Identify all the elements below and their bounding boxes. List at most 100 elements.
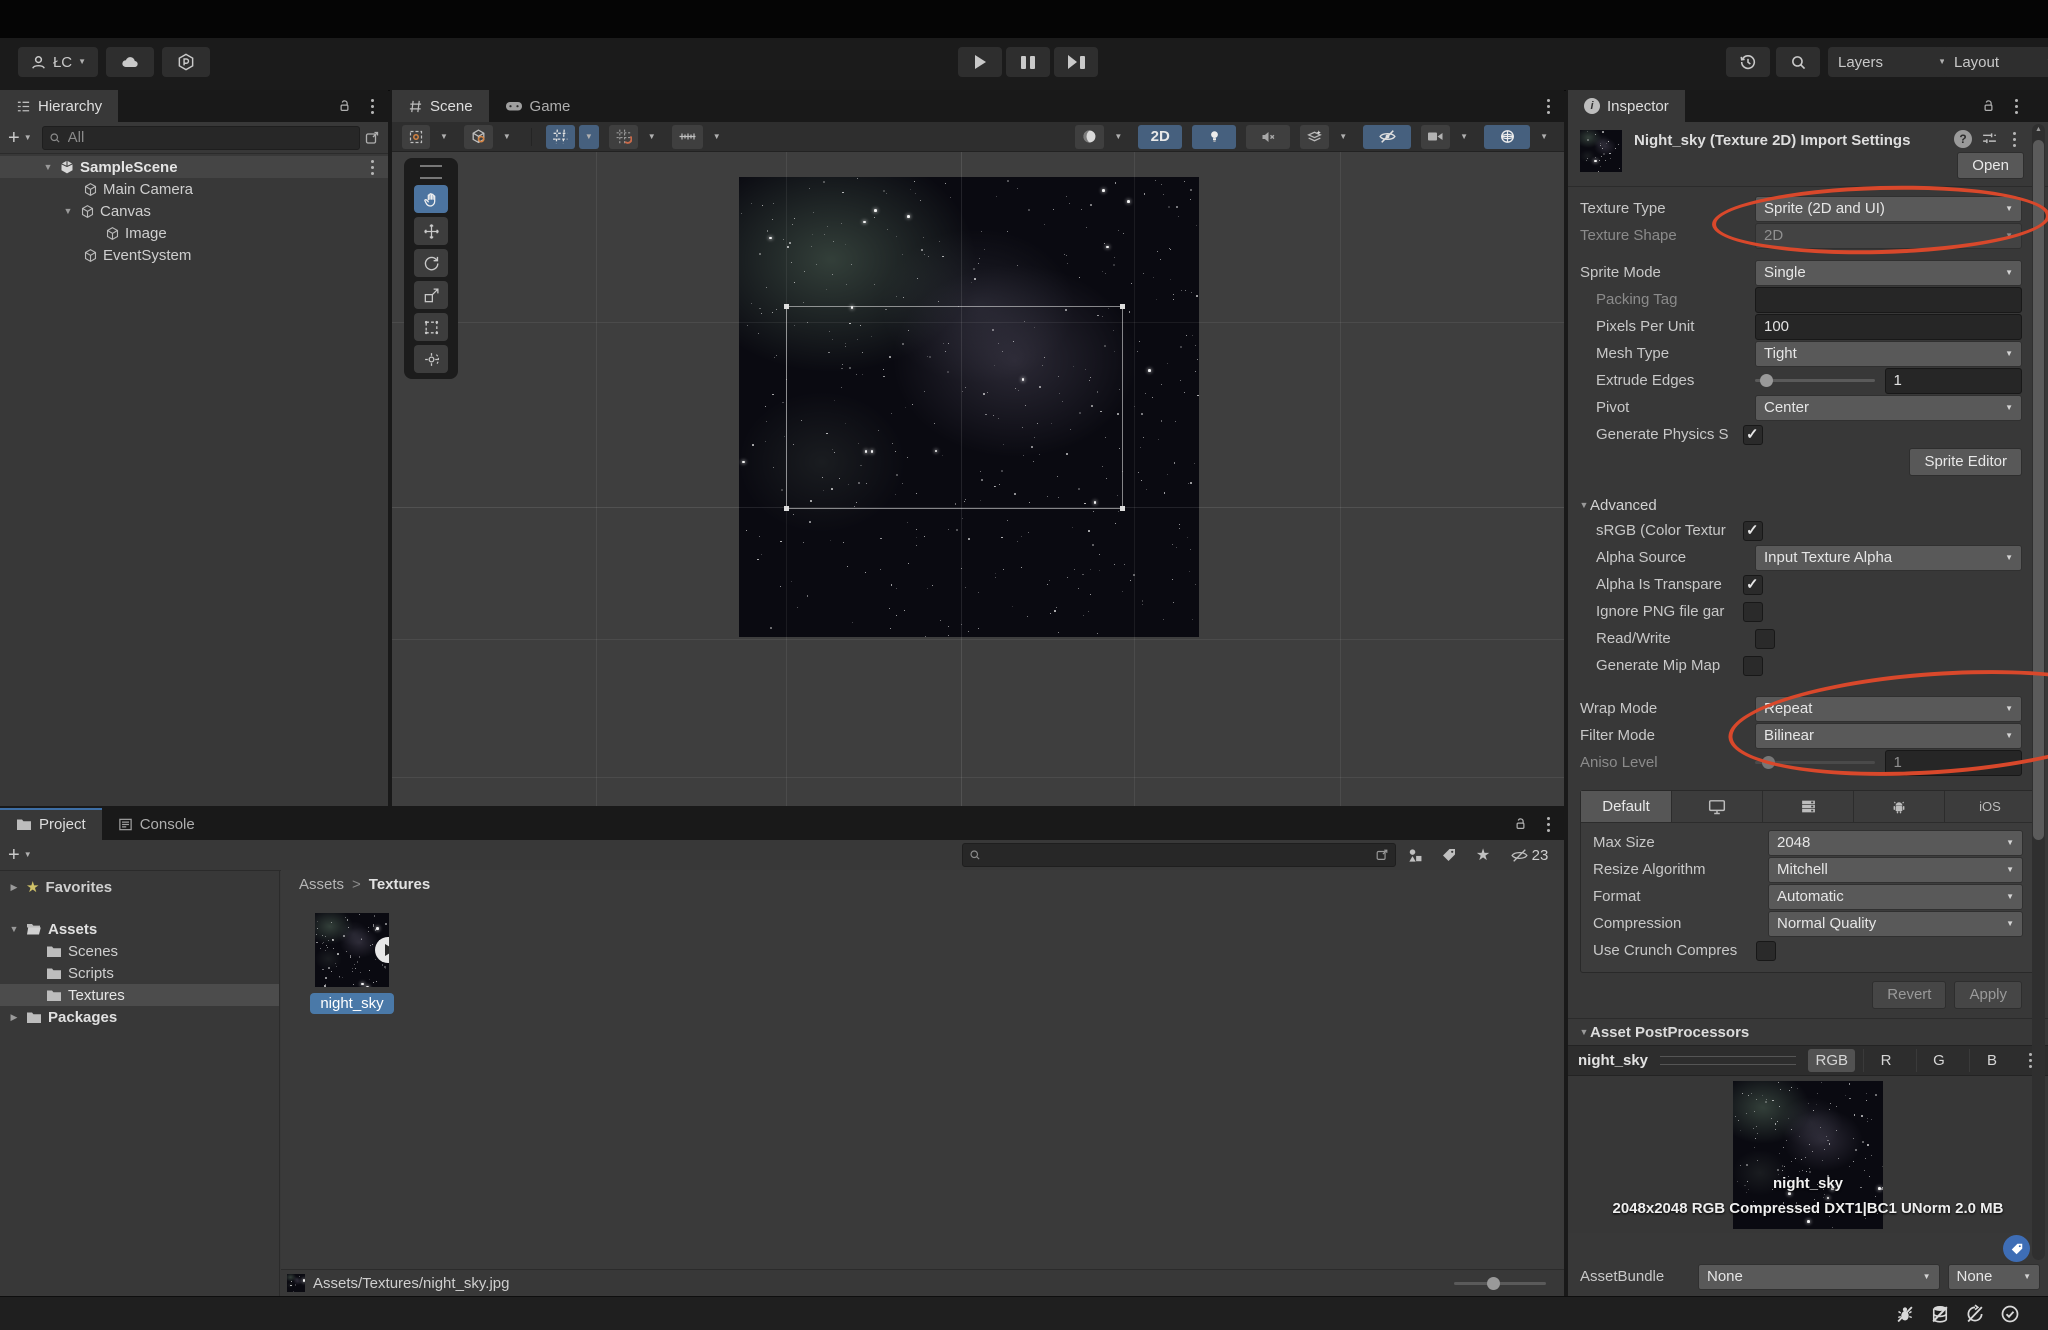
project-menu-icon[interactable] <box>1540 816 1556 832</box>
gizmos-caret[interactable]: ▼ <box>1534 125 1554 149</box>
channel-rgb-button[interactable]: RGB <box>1808 1049 1855 1072</box>
resize-algorithm-dropdown[interactable]: Mitchell▼ <box>1768 857 2023 883</box>
rect-tool-button[interactable] <box>414 313 448 341</box>
shading-mode-caret[interactable]: ▼ <box>1108 125 1128 149</box>
pivot-dropdown[interactable]: Center▼ <box>1755 395 2022 421</box>
hierarchy-search-field[interactable] <box>42 126 360 150</box>
assetbundle-variant-dropdown[interactable]: None▼ <box>1948 1264 2041 1290</box>
hand-tool-button[interactable] <box>414 185 448 213</box>
tab-game[interactable]: Game <box>489 90 587 122</box>
use-crunch-checkbox[interactable] <box>1756 941 1776 961</box>
2d-toggle[interactable]: 2D <box>1138 125 1182 149</box>
project-tree-favorites[interactable]: ▶ ★ Favorites <box>0 876 279 898</box>
extrude-edges-slider[interactable] <box>1755 369 1875 393</box>
rect-transform-gizmo[interactable] <box>786 306 1123 509</box>
compression-dropdown[interactable]: Normal Quality▼ <box>1768 911 2023 937</box>
platform-tab-android[interactable] <box>1854 791 1945 822</box>
project-tree-scripts[interactable]: Scripts <box>0 962 279 984</box>
open-new-window-icon[interactable] <box>1375 848 1389 862</box>
palette-drag-handle[interactable] <box>420 165 442 179</box>
lock-icon[interactable] <box>337 99 352 114</box>
hierarchy-menu-icon[interactable] <box>364 98 380 114</box>
packing-tag-field[interactable] <box>1755 287 2022 313</box>
revert-button[interactable]: Revert <box>1872 981 1946 1009</box>
hierarchy-item-image[interactable]: Image <box>0 222 388 244</box>
advanced-foldout[interactable]: ▼ Advanced <box>1568 493 2048 517</box>
scene-audio-toggle[interactable] <box>1246 125 1290 149</box>
alpha-is-transparency-checkbox[interactable] <box>1743 575 1763 595</box>
favorites-filter-icon[interactable]: ★ <box>1468 845 1498 865</box>
step-button[interactable] <box>1054 47 1098 77</box>
scene-camera-caret[interactable]: ▼ <box>1454 125 1474 149</box>
disclosure-open-icon[interactable]: ▼ <box>42 162 54 172</box>
effects-caret[interactable]: ▼ <box>1333 125 1353 149</box>
asset-label[interactable]: night_sky <box>310 993 394 1014</box>
thumbnail-size-slider[interactable] <box>1454 1271 1546 1295</box>
read-write-checkbox[interactable] <box>1755 629 1775 649</box>
header-menu-icon[interactable] <box>2006 131 2022 147</box>
tab-console[interactable]: Console <box>102 808 211 840</box>
play-preview-icon[interactable] <box>375 937 389 963</box>
srgb-checkbox[interactable] <box>1743 521 1763 541</box>
tab-hierarchy[interactable]: Hierarchy <box>0 90 118 122</box>
channel-b-button[interactable]: B <box>1969 1049 2014 1072</box>
presets-icon[interactable] <box>1981 130 1998 147</box>
platform-tab-default[interactable]: Default <box>1581 791 1672 822</box>
format-dropdown[interactable]: Automatic▼ <box>1768 884 2023 910</box>
inspector-menu-icon[interactable] <box>2008 98 2024 114</box>
lock-icon[interactable] <box>1513 817 1528 832</box>
progress-ok-icon[interactable] <box>1995 1301 2025 1327</box>
generate-physics-checkbox[interactable] <box>1743 425 1763 445</box>
tab-scene[interactable]: Scene <box>392 90 489 122</box>
grid-snap-caret[interactable]: ▼ <box>642 125 662 149</box>
version-control-button[interactable] <box>162 47 210 77</box>
project-search-field[interactable] <box>962 843 1396 867</box>
channel-g-button[interactable]: G <box>1916 1049 1961 1072</box>
channel-r-button[interactable]: R <box>1863 1049 1908 1072</box>
create-button[interactable]: + <box>8 128 20 148</box>
alpha-source-dropdown[interactable]: Input Texture Alpha▼ <box>1755 545 2022 571</box>
wrap-mode-dropdown[interactable]: Repeat▼ <box>1755 696 2022 722</box>
transform-tool-button[interactable] <box>414 345 448 373</box>
scale-tool-button[interactable] <box>414 281 448 309</box>
max-size-dropdown[interactable]: 2048▼ <box>1768 830 2023 856</box>
disclosure-open-icon[interactable]: ▼ <box>62 206 74 216</box>
project-tree-assets[interactable]: ▼ Assets <box>0 918 279 940</box>
cache-server-disconnected-icon[interactable] <box>1925 1301 1955 1327</box>
hierarchy-item-samplescene[interactable]: ▼ SampleScene <box>0 156 388 178</box>
search-by-label-icon[interactable] <box>1434 847 1464 863</box>
grid-axis-caret[interactable]: ▼ <box>579 125 599 149</box>
tool-handle-position-caret[interactable]: ▼ <box>434 125 454 149</box>
play-button[interactable] <box>958 47 1002 77</box>
asset-labels-icon[interactable] <box>2003 1235 2030 1262</box>
shading-mode-button[interactable] <box>1075 125 1104 149</box>
extrude-edges-value[interactable]: 1 <box>1885 368 2023 394</box>
project-tree-packages[interactable]: ▶ Packages <box>0 1006 279 1028</box>
assetbundle-dropdown[interactable]: None▼ <box>1698 1264 1940 1290</box>
hierarchy-item-canvas[interactable]: ▼ Canvas <box>0 200 388 222</box>
scrollbar-up-icon[interactable]: ▲ <box>2032 126 2045 133</box>
tool-handle-rotation-button[interactable] <box>464 125 493 149</box>
scrollbar-thumb[interactable] <box>2033 140 2044 840</box>
account-button[interactable]: ŁC ▼ <box>18 47 98 77</box>
inspector-scrollbar[interactable]: ▲ <box>2032 124 2045 1260</box>
grid-snap-button[interactable] <box>609 125 638 149</box>
project-tree-scenes[interactable]: Scenes <box>0 940 279 962</box>
undo-history-button[interactable] <box>1726 47 1770 77</box>
sprite-mode-dropdown[interactable]: Single▼ <box>1755 260 2022 286</box>
disclosure-closed-icon[interactable]: ▶ <box>8 1012 20 1023</box>
preview-drag-handle[interactable] <box>1660 1056 1796 1065</box>
platform-tab-ios[interactable]: iOS <box>1945 791 2035 822</box>
help-icon[interactable]: ? <box>1954 130 1972 148</box>
hidden-packages-toggle[interactable]: 23 <box>1502 847 1556 864</box>
snap-increment-button[interactable] <box>672 125 703 149</box>
global-search-button[interactable] <box>1776 47 1820 77</box>
pixels-per-unit-field[interactable]: 100 <box>1755 314 2022 340</box>
texture-type-dropdown[interactable]: Sprite (2D and UI)▼ <box>1755 196 2022 222</box>
project-tree-textures[interactable]: Textures <box>0 984 279 1006</box>
move-tool-button[interactable] <box>414 217 448 245</box>
gizmos-toggle[interactable] <box>1484 125 1530 149</box>
platform-tab-server[interactable] <box>1763 791 1854 822</box>
auto-refresh-disabled-icon[interactable] <box>1960 1301 1990 1327</box>
tab-project[interactable]: Project <box>0 808 102 840</box>
